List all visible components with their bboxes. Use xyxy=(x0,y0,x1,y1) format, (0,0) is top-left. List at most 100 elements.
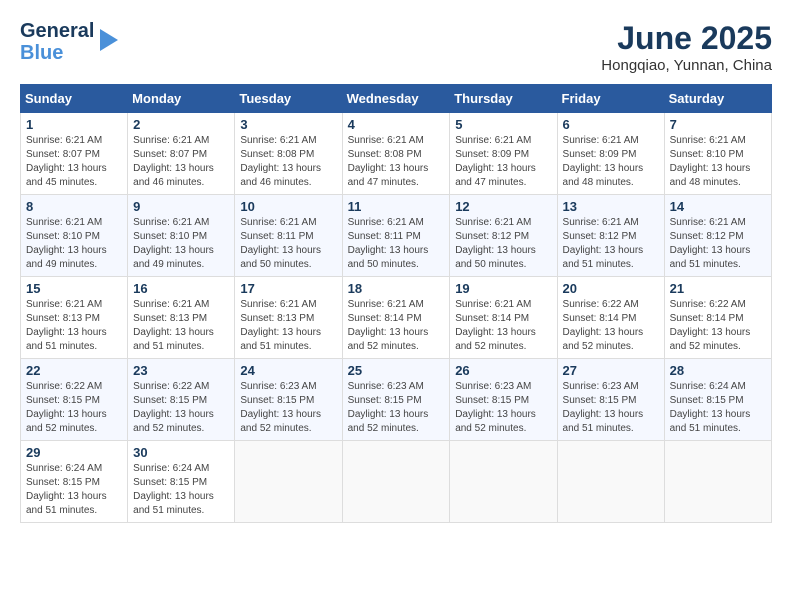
day-info: Sunrise: 6:21 AM Sunset: 8:10 PM Dayligh… xyxy=(133,216,229,272)
table-row: 29 Sunrise: 6:24 AM Sunset: 8:15 PM Dayl… xyxy=(21,441,128,523)
day-number: 4 xyxy=(348,117,445,132)
day-number: 25 xyxy=(348,363,445,378)
table-row: 9 Sunrise: 6:21 AM Sunset: 8:10 PM Dayli… xyxy=(128,195,235,277)
title-block: June 2025 Hongqiao, Yunnan, China xyxy=(601,20,772,74)
table-row: 16 Sunrise: 6:21 AM Sunset: 8:13 PM Dayl… xyxy=(128,277,235,359)
table-row xyxy=(557,441,664,523)
table-row: 27 Sunrise: 6:23 AM Sunset: 8:15 PM Dayl… xyxy=(557,359,664,441)
day-number: 22 xyxy=(26,363,122,378)
table-row: 6 Sunrise: 6:21 AM Sunset: 8:09 PM Dayli… xyxy=(557,113,664,195)
day-number: 6 xyxy=(563,117,659,132)
day-info: Sunrise: 6:21 AM Sunset: 8:09 PM Dayligh… xyxy=(455,134,551,190)
table-row: 19 Sunrise: 6:21 AM Sunset: 8:14 PM Dayl… xyxy=(450,277,557,359)
day-info: Sunrise: 6:23 AM Sunset: 8:15 PM Dayligh… xyxy=(348,380,445,436)
col-tuesday: Tuesday xyxy=(235,85,342,113)
calendar-week-5: 29 Sunrise: 6:24 AM Sunset: 8:15 PM Dayl… xyxy=(21,441,772,523)
day-info: Sunrise: 6:24 AM Sunset: 8:15 PM Dayligh… xyxy=(133,462,229,518)
day-number: 14 xyxy=(670,199,766,214)
table-row: 17 Sunrise: 6:21 AM Sunset: 8:13 PM Dayl… xyxy=(235,277,342,359)
page-header: General Blue June 2025 Hongqiao, Yunnan,… xyxy=(20,20,772,74)
day-info: Sunrise: 6:24 AM Sunset: 8:15 PM Dayligh… xyxy=(670,380,766,436)
day-info: Sunrise: 6:21 AM Sunset: 8:13 PM Dayligh… xyxy=(133,298,229,354)
col-monday: Monday xyxy=(128,85,235,113)
table-row: 24 Sunrise: 6:23 AM Sunset: 8:15 PM Dayl… xyxy=(235,359,342,441)
table-row: 18 Sunrise: 6:21 AM Sunset: 8:14 PM Dayl… xyxy=(342,277,450,359)
day-info: Sunrise: 6:21 AM Sunset: 8:12 PM Dayligh… xyxy=(563,216,659,272)
day-number: 29 xyxy=(26,445,122,460)
day-info: Sunrise: 6:22 AM Sunset: 8:14 PM Dayligh… xyxy=(670,298,766,354)
table-row: 28 Sunrise: 6:24 AM Sunset: 8:15 PM Dayl… xyxy=(664,359,771,441)
table-row: 15 Sunrise: 6:21 AM Sunset: 8:13 PM Dayl… xyxy=(21,277,128,359)
day-number: 3 xyxy=(240,117,336,132)
day-info: Sunrise: 6:21 AM Sunset: 8:14 PM Dayligh… xyxy=(348,298,445,354)
day-info: Sunrise: 6:21 AM Sunset: 8:14 PM Dayligh… xyxy=(455,298,551,354)
month-title: June 2025 xyxy=(601,20,772,57)
day-info: Sunrise: 6:21 AM Sunset: 8:08 PM Dayligh… xyxy=(240,134,336,190)
day-number: 20 xyxy=(563,281,659,296)
table-row: 7 Sunrise: 6:21 AM Sunset: 8:10 PM Dayli… xyxy=(664,113,771,195)
table-row: 11 Sunrise: 6:21 AM Sunset: 8:11 PM Dayl… xyxy=(342,195,450,277)
logo-name: General Blue xyxy=(20,20,94,64)
calendar-week-3: 15 Sunrise: 6:21 AM Sunset: 8:13 PM Dayl… xyxy=(21,277,772,359)
table-row: 4 Sunrise: 6:21 AM Sunset: 8:08 PM Dayli… xyxy=(342,113,450,195)
table-row: 10 Sunrise: 6:21 AM Sunset: 8:11 PM Dayl… xyxy=(235,195,342,277)
day-info: Sunrise: 6:23 AM Sunset: 8:15 PM Dayligh… xyxy=(240,380,336,436)
day-info: Sunrise: 6:22 AM Sunset: 8:15 PM Dayligh… xyxy=(133,380,229,436)
table-row: 22 Sunrise: 6:22 AM Sunset: 8:15 PM Dayl… xyxy=(21,359,128,441)
table-row: 5 Sunrise: 6:21 AM Sunset: 8:09 PM Dayli… xyxy=(450,113,557,195)
day-info: Sunrise: 6:23 AM Sunset: 8:15 PM Dayligh… xyxy=(455,380,551,436)
day-number: 10 xyxy=(240,199,336,214)
day-info: Sunrise: 6:22 AM Sunset: 8:14 PM Dayligh… xyxy=(563,298,659,354)
day-number: 24 xyxy=(240,363,336,378)
day-info: Sunrise: 6:21 AM Sunset: 8:09 PM Dayligh… xyxy=(563,134,659,190)
calendar-table: Sunday Monday Tuesday Wednesday Thursday… xyxy=(20,84,772,523)
day-info: Sunrise: 6:21 AM Sunset: 8:12 PM Dayligh… xyxy=(670,216,766,272)
day-info: Sunrise: 6:24 AM Sunset: 8:15 PM Dayligh… xyxy=(26,462,122,518)
day-number: 5 xyxy=(455,117,551,132)
day-number: 27 xyxy=(563,363,659,378)
logo-general-text: General xyxy=(20,20,94,42)
day-info: Sunrise: 6:23 AM Sunset: 8:15 PM Dayligh… xyxy=(563,380,659,436)
table-row xyxy=(342,441,450,523)
day-number: 16 xyxy=(133,281,229,296)
day-info: Sunrise: 6:21 AM Sunset: 8:11 PM Dayligh… xyxy=(240,216,336,272)
table-row: 30 Sunrise: 6:24 AM Sunset: 8:15 PM Dayl… xyxy=(128,441,235,523)
day-number: 30 xyxy=(133,445,229,460)
table-row: 2 Sunrise: 6:21 AM Sunset: 8:07 PM Dayli… xyxy=(128,113,235,195)
table-row: 26 Sunrise: 6:23 AM Sunset: 8:15 PM Dayl… xyxy=(450,359,557,441)
col-saturday: Saturday xyxy=(664,85,771,113)
day-info: Sunrise: 6:21 AM Sunset: 8:10 PM Dayligh… xyxy=(26,216,122,272)
table-row xyxy=(235,441,342,523)
day-number: 23 xyxy=(133,363,229,378)
day-number: 26 xyxy=(455,363,551,378)
table-row: 13 Sunrise: 6:21 AM Sunset: 8:12 PM Dayl… xyxy=(557,195,664,277)
day-number: 11 xyxy=(348,199,445,214)
table-row: 23 Sunrise: 6:22 AM Sunset: 8:15 PM Dayl… xyxy=(128,359,235,441)
col-wednesday: Wednesday xyxy=(342,85,450,113)
day-info: Sunrise: 6:21 AM Sunset: 8:13 PM Dayligh… xyxy=(26,298,122,354)
day-info: Sunrise: 6:21 AM Sunset: 8:10 PM Dayligh… xyxy=(670,134,766,190)
day-number: 17 xyxy=(240,281,336,296)
day-number: 18 xyxy=(348,281,445,296)
table-row: 8 Sunrise: 6:21 AM Sunset: 8:10 PM Dayli… xyxy=(21,195,128,277)
table-row: 20 Sunrise: 6:22 AM Sunset: 8:14 PM Dayl… xyxy=(557,277,664,359)
day-info: Sunrise: 6:21 AM Sunset: 8:07 PM Dayligh… xyxy=(26,134,122,190)
day-info: Sunrise: 6:21 AM Sunset: 8:08 PM Dayligh… xyxy=(348,134,445,190)
day-number: 13 xyxy=(563,199,659,214)
day-number: 15 xyxy=(26,281,122,296)
logo-blue-text: Blue xyxy=(20,42,94,64)
calendar-header-row: Sunday Monday Tuesday Wednesday Thursday… xyxy=(21,85,772,113)
calendar-week-4: 22 Sunrise: 6:22 AM Sunset: 8:15 PM Dayl… xyxy=(21,359,772,441)
day-number: 21 xyxy=(670,281,766,296)
col-thursday: Thursday xyxy=(450,85,557,113)
day-number: 7 xyxy=(670,117,766,132)
col-friday: Friday xyxy=(557,85,664,113)
day-number: 9 xyxy=(133,199,229,214)
table-row: 12 Sunrise: 6:21 AM Sunset: 8:12 PM Dayl… xyxy=(450,195,557,277)
table-row: 21 Sunrise: 6:22 AM Sunset: 8:14 PM Dayl… xyxy=(664,277,771,359)
table-row: 25 Sunrise: 6:23 AM Sunset: 8:15 PM Dayl… xyxy=(342,359,450,441)
day-number: 1 xyxy=(26,117,122,132)
table-row: 1 Sunrise: 6:21 AM Sunset: 8:07 PM Dayli… xyxy=(21,113,128,195)
day-number: 8 xyxy=(26,199,122,214)
table-row: 3 Sunrise: 6:21 AM Sunset: 8:08 PM Dayli… xyxy=(235,113,342,195)
